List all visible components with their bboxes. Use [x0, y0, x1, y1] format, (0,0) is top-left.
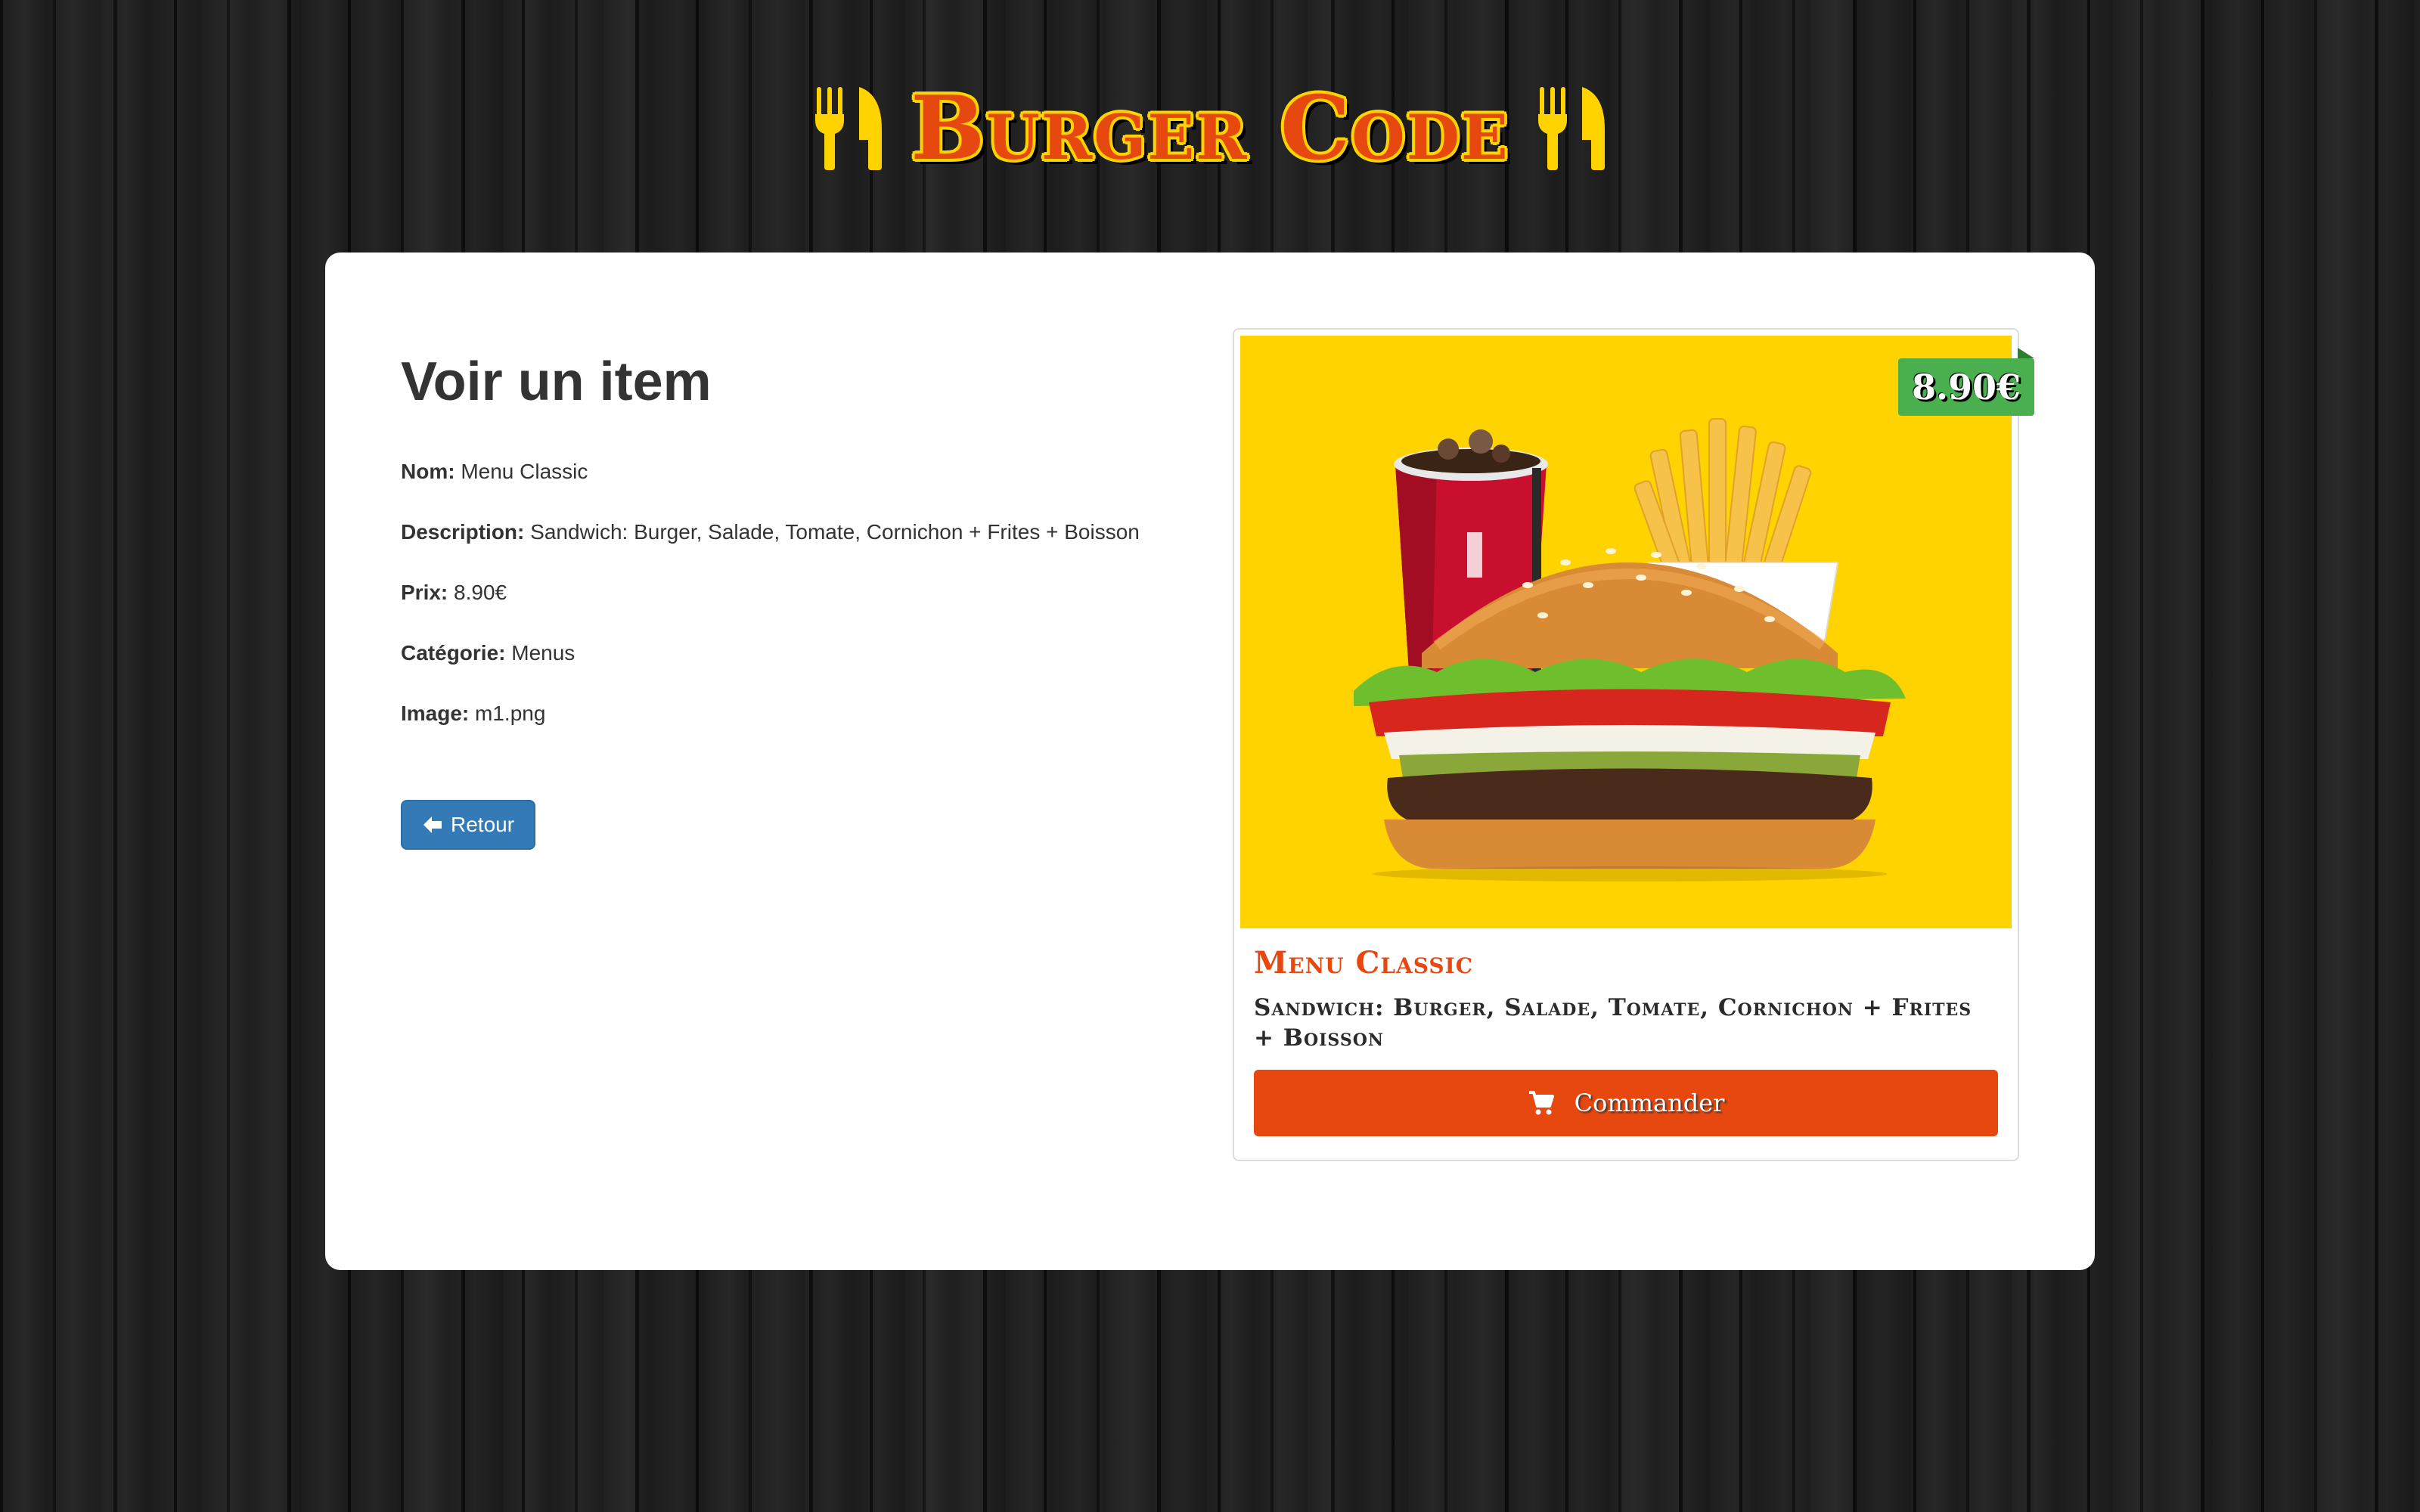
- field-value: 8.90€: [454, 581, 507, 604]
- field-image: Image: m1.png: [401, 702, 1157, 726]
- brand-title: Burger Code: [911, 77, 1509, 180]
- page-title: Voir un item: [401, 352, 712, 412]
- item-image: [1240, 336, 2012, 928]
- shopping-cart-icon: [1528, 1091, 1554, 1115]
- back-button[interactable]: Retour: [401, 800, 536, 850]
- item-name: Menu Classic: [1254, 945, 1474, 981]
- field-label: Image:: [401, 702, 470, 725]
- field-price: Prix: 8.90€: [401, 581, 1157, 605]
- item-details: Voir un item Nom: Menu Classic Descripti…: [401, 351, 1157, 850]
- price-tag: 8.90€: [1897, 348, 2035, 416]
- field-value: Menus: [511, 641, 576, 665]
- order-button[interactable]: Commander: [1254, 1070, 1998, 1136]
- burger-menu-illustration: [1354, 418, 1906, 881]
- field-label: Description:: [401, 520, 525, 544]
- item-thumbnail-card: 8.90€ Menu Classic Sandwich: Burger, Sal…: [1233, 328, 2035, 1161]
- field-value: Sandwich: Burger, Salade, Tomate, Cornic…: [530, 520, 1140, 544]
- arrow-left-icon: [424, 816, 442, 833]
- field-name: Nom: Menu Classic: [401, 460, 1157, 484]
- item-description: Sandwich: Burger, Salade, Tomate, Cornic…: [1254, 994, 1972, 1052]
- site-header: Burger Code: [0, 76, 2420, 181]
- utensils-icon: [1537, 87, 1605, 170]
- utensils-icon: [815, 87, 883, 170]
- field-label: Catégorie:: [401, 641, 506, 665]
- field-label: Nom:: [401, 460, 455, 483]
- card-caption: Menu Classic Sandwich: Burger, Salade, T…: [1254, 945, 1998, 1136]
- field-value: m1.png: [475, 702, 546, 725]
- field-description: Description: Sandwich: Burger, Salade, T…: [401, 520, 1157, 544]
- field-category: Catégorie: Menus: [401, 641, 1157, 665]
- field-label: Prix:: [401, 581, 448, 604]
- field-value: Menu Classic: [461, 460, 588, 483]
- back-button-label: Retour: [451, 813, 515, 836]
- item-panel: Voir un item Nom: Menu Classic Descripti…: [325, 253, 2095, 1270]
- order-button-label: Commander: [1574, 1089, 1725, 1117]
